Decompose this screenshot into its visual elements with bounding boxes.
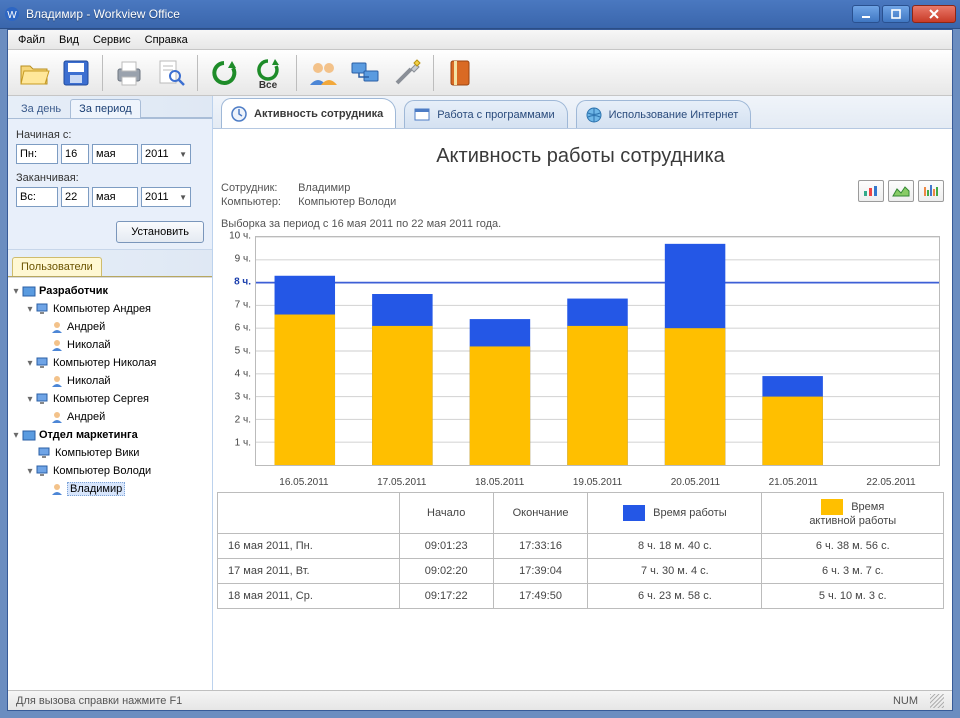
table-row: 18 мая 2011, Ср.09:17:2217:49:506 ч. 23 … [218,584,944,609]
status-hint: Для вызова справки нажмите F1 [16,695,182,707]
range-tabs: За день За период [8,96,212,119]
maximize-button[interactable] [882,5,910,23]
apply-button[interactable]: Установить [116,221,204,243]
dropdown-icon: ▼ [179,193,187,202]
col-worktime: Время работы [588,493,762,534]
tree-computer[interactable]: ▾Компьютер Сергея [10,390,210,408]
menu-view[interactable]: Вид [53,32,85,48]
save-button[interactable] [56,53,96,93]
report-area: Активность работы сотрудника Сотрудник: … [213,129,952,690]
table-row: 16 мая 2011, Пн.09:01:2317:33:168 ч. 18 … [218,534,944,559]
user-icon [50,410,64,424]
computer-icon [36,356,50,370]
tree-user[interactable]: Николай [10,336,210,354]
tab-programs[interactable]: Работа с программами [404,100,567,128]
meta-employee: Сотрудник: Владимир [221,182,944,194]
globe-icon [585,106,603,124]
print-button[interactable] [109,53,149,93]
meta-computer: Компьютер: Компьютер Володи [221,196,944,208]
tab-activity[interactable]: Активность сотрудника [221,98,396,128]
computer-icon [36,302,50,316]
left-panel: За день За период Начиная с: Пн: 16 мая … [8,96,213,690]
minimize-button[interactable] [852,5,880,23]
users-button[interactable] [303,53,343,93]
chart-type-single[interactable] [858,180,884,202]
find-button[interactable] [151,53,191,93]
tree-computer[interactable]: Компьютер Вики [10,444,210,462]
tree-computer[interactable]: ▾Компьютер Андрея [10,300,210,318]
menu-service[interactable]: Сервис [87,32,137,48]
from-year[interactable]: 2011▼ [141,144,191,164]
col-end: Окончание [493,493,587,534]
titlebar: W Владимир - Workview Office [0,0,960,29]
toolbar: Все [8,50,952,96]
tree-user[interactable]: Николай [10,372,210,390]
report-title: Активность работы сотрудника [217,145,944,168]
to-year[interactable]: 2011▼ [141,187,191,207]
chart-type-area[interactable] [888,180,914,202]
from-label: Начиная с: [16,129,204,141]
app-icon: W [4,6,20,22]
statusbar: Для вызова справки нажмите F1 NUM [8,690,952,710]
menu-file[interactable]: Файл [12,32,51,48]
clock-icon [230,105,248,123]
tree-user-selected[interactable]: Владимир [10,480,210,498]
svg-text:W: W [7,10,17,21]
tree-computer[interactable]: ▾Компьютер Николая [10,354,210,372]
col-start: Начало [399,493,493,534]
user-icon [50,374,64,388]
resize-grip-icon[interactable] [930,694,944,708]
dropdown-icon: ▼ [179,150,187,159]
chart-type-buttons [858,180,944,202]
col-activetime: Время активной работы [762,493,944,534]
tree[interactable]: ▾Разработчик ▾Компьютер Андрея Андрей Ни… [8,277,212,690]
settings-button[interactable] [387,53,427,93]
refresh-button[interactable] [204,53,244,93]
window-icon [413,106,431,124]
report-tabs: Активность сотрудника Работа с программа… [213,96,952,129]
to-label: Заканчивая: [16,172,204,184]
status-num: NUM [893,695,918,707]
tab-period[interactable]: За период [70,99,140,118]
group-icon [22,428,36,442]
to-month[interactable]: мая [92,187,138,207]
from-month[interactable]: мая [92,144,138,164]
computer-icon [36,464,50,478]
computer-icon [36,392,50,406]
to-dow[interactable]: Вс: [16,187,58,207]
tree-computer[interactable]: ▾Компьютер Володи [10,462,210,480]
tab-users[interactable]: Пользователи [12,257,102,276]
to-day[interactable]: 22 [61,187,89,207]
computer-icon [38,446,52,460]
tree-user[interactable]: Андрей [10,408,210,426]
tree-group-marketing[interactable]: ▾Отдел маркетинга [10,426,210,444]
user-icon [50,320,64,334]
tab-internet[interactable]: Использование Интернет [576,100,752,128]
window-title: Владимир - Workview Office [26,7,852,21]
refresh-all-button[interactable]: Все [246,53,290,93]
open-button[interactable] [14,53,54,93]
group-icon [22,284,36,298]
tree-group-dev[interactable]: ▾Разработчик [10,282,210,300]
user-icon [50,338,64,352]
chart: 1 ч.2 ч.3 ч.4 ч.5 ч.6 ч.7 ч.8 ч.9 ч.10 ч… [221,236,940,466]
chart-type-bars[interactable] [918,180,944,202]
right-panel: Активность сотрудника Работа с программа… [213,96,952,690]
table-row: 17 мая 2011, Вт.09:02:2017:39:047 ч. 30 … [218,559,944,584]
tree-user[interactable]: Андрей [10,318,210,336]
user-icon [50,482,64,496]
data-table: Начало Окончание Время работы Время акти… [217,492,944,609]
menubar: Файл Вид Сервис Справка [8,30,952,50]
tab-day[interactable]: За день [12,99,70,118]
menu-help[interactable]: Справка [139,32,194,48]
book-button[interactable] [440,53,480,93]
from-dow[interactable]: Пн: [16,144,58,164]
computers-button[interactable] [345,53,385,93]
close-button[interactable] [912,5,956,23]
selection-text: Выборка за период с 16 мая 2011 по 22 ма… [221,218,944,230]
from-day[interactable]: 16 [61,144,89,164]
